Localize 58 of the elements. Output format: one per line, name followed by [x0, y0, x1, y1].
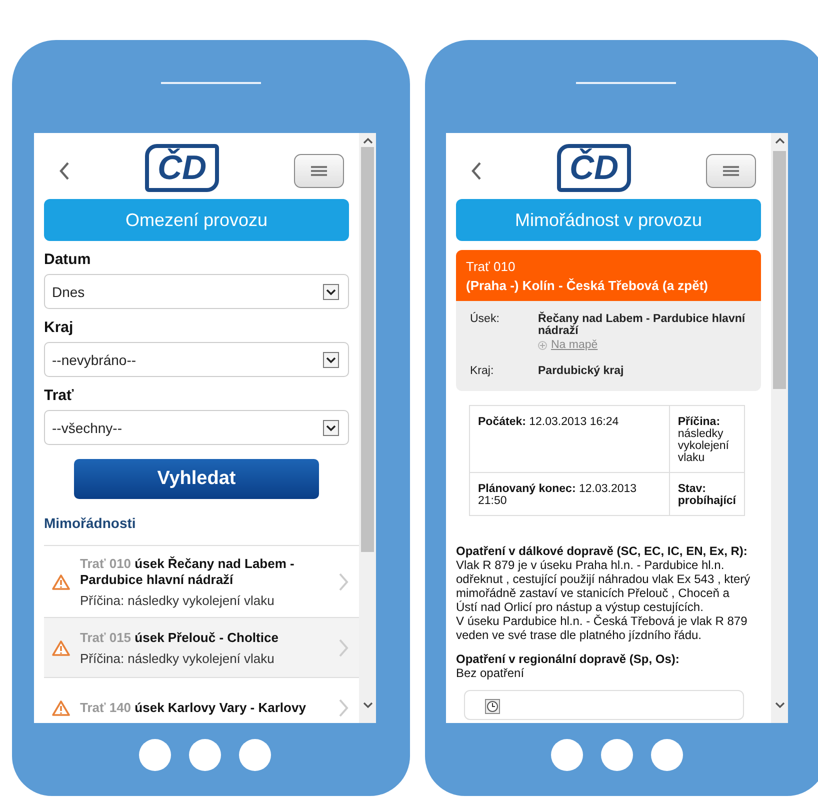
field-label: Kraj — [44, 319, 74, 336]
measure-text: Bez opatření — [456, 666, 526, 680]
detail-label: Kraj: — [470, 365, 495, 377]
scrollbar-thumb[interactable] — [361, 147, 374, 552]
info-cell: Stav: probíhající — [669, 472, 744, 516]
scroll-up-icon[interactable] — [363, 137, 373, 144]
logo: ČD — [557, 144, 631, 192]
page-title: Omezení provozu — [44, 199, 349, 241]
scroll-down-icon[interactable] — [775, 702, 785, 709]
chevron-right-icon — [338, 572, 349, 592]
line-number: Trať 010 — [466, 259, 516, 274]
chevron-right-icon — [338, 698, 349, 718]
plus-icon — [538, 340, 547, 350]
warning-icon — [52, 700, 70, 716]
field-label: Datum — [44, 251, 92, 268]
incident-cause: Příčina: následky vykolejení vlaku — [80, 593, 276, 608]
chevron-right-icon — [338, 638, 349, 658]
clock-icon — [485, 699, 500, 714]
dropdown-field[interactable]: --nevybráno-- — [44, 342, 349, 377]
measure-text: Vlak R 879 je v úseku Praha hl.n. - Pardubice hl.n. odřeknut , cestující použijí náhradou vlak Ex 543 , který mimořádně zastaví ve stanicích Přelouč , Choceň a Ústí nad Orlicí pro nástup a výstup cestujících. — [456, 558, 752, 614]
warning-icon — [52, 574, 70, 590]
menu-button[interactable] — [706, 154, 756, 188]
info-cell: Příčina: následky vykolejení vlaku — [669, 406, 744, 472]
incident-item[interactable]: Trať 015 úsek Přelouč - Choltice Příčina: následky vykolejení vlaku — [44, 618, 359, 678]
scrollbar-thumb[interactable] — [773, 151, 786, 389]
incident-cause: Příčina: následky vykolejení vlaku — [80, 651, 276, 666]
search-button[interactable]: Vyhledat — [74, 459, 319, 499]
menu-button[interactable] — [294, 154, 344, 188]
dropdown-field[interactable]: --všechny-- — [44, 410, 349, 445]
scrollbar[interactable] — [771, 133, 788, 723]
back-icon[interactable] — [470, 161, 482, 181]
info-cell: Počátek: 12.03.2013 16:24 — [470, 406, 670, 472]
warning-icon — [52, 640, 70, 656]
section-title: Mimořádnosti — [44, 515, 137, 531]
logo: ČD — [145, 144, 219, 192]
scrollbar[interactable] — [359, 133, 376, 723]
dropdown-caret-icon — [323, 284, 339, 300]
scroll-up-icon[interactable] — [775, 137, 785, 144]
measure-heading: Opatření v dálkové dopravě (SC, EC, IC, EN, Ex, R): — [456, 544, 748, 558]
page-title: Mimořádnost v provozu — [456, 199, 761, 241]
dropdown-field[interactable]: Dnes — [44, 274, 349, 309]
back-icon[interactable] — [58, 161, 70, 181]
detail-value: Pardubický kraj — [538, 365, 624, 377]
detail-value: Řečany nad Labem - Pardubice hlavní nádraží — [538, 313, 746, 337]
info-cell: Plánovaný konec: 12.03.2013 21:50 — [470, 472, 670, 516]
incident-title: Trať 010 úsek Řečany nad Labem - Pardubice hlavní nádraží — [80, 556, 296, 588]
dropdown-caret-icon — [323, 420, 339, 436]
field-label: Trať — [44, 387, 75, 404]
incident-title: Trať 140 úsek Karlovy Vary - Karlovy — [80, 700, 307, 716]
detail-label: Úsek: — [470, 313, 500, 327]
line-name: (Praha -) Kolín - Česká Třebová (a zpět) — [466, 278, 709, 293]
scroll-down-icon[interactable] — [363, 702, 373, 709]
menu-icon — [722, 165, 740, 177]
incident-title: Trať 015 úsek Přelouč - Choltice — [80, 630, 280, 646]
measure-text: V úseku Pardubice hl.n. - Česká Třebová je vlak R 879 veden ve své trase dle platného jízdního řádu. — [456, 614, 748, 642]
measure-heading: Opatření v regionální dopravě (Sp, Os): — [456, 652, 680, 666]
dropdown-caret-icon — [323, 352, 339, 368]
menu-icon — [310, 165, 328, 177]
